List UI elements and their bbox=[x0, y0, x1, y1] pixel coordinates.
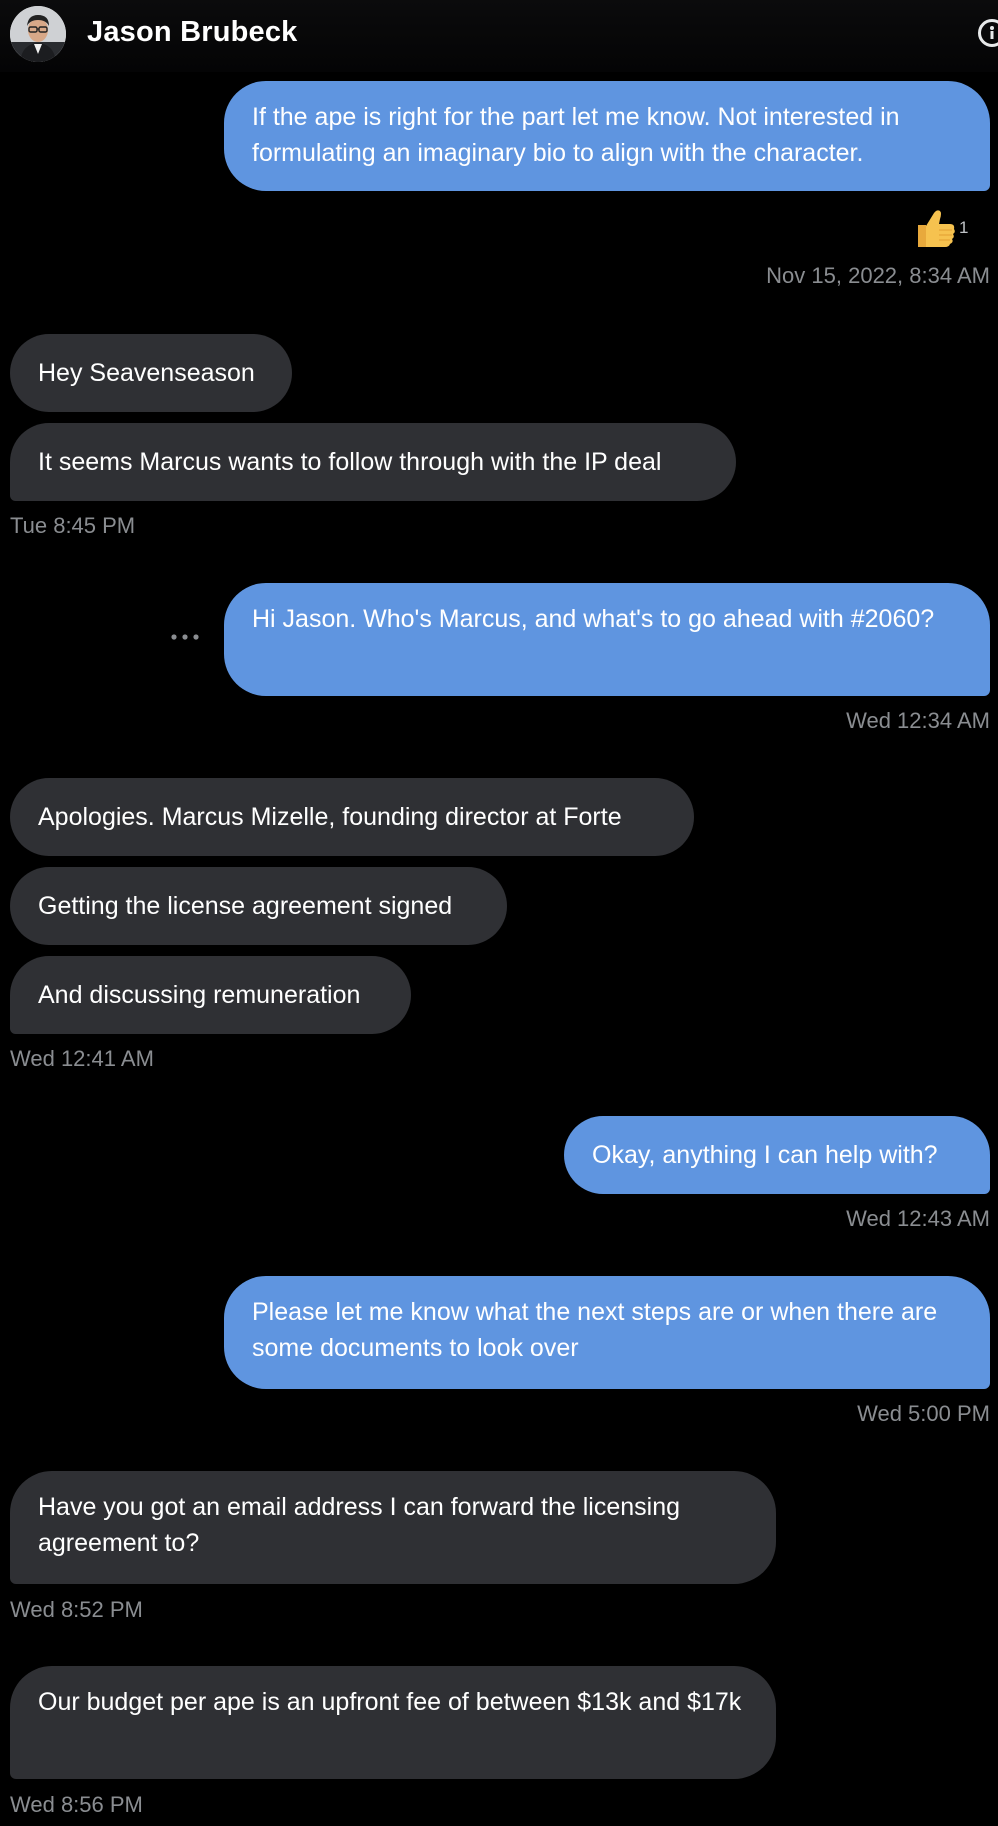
timestamp: Wed 8:56 PM bbox=[10, 1792, 143, 1817]
conversation-header: Jason Brubeck bbox=[0, 0, 998, 72]
message-bubble-sent[interactable]: If the ape is right for the part let me … bbox=[224, 81, 990, 191]
reaction-count: 1 bbox=[959, 218, 969, 237]
message-text: And discussing remuneration bbox=[38, 981, 361, 1009]
user-avatar-icon bbox=[10, 6, 66, 62]
timestamp: Wed 12:41 AM bbox=[10, 1046, 154, 1071]
avatar[interactable] bbox=[10, 6, 66, 62]
message-bubble-sent[interactable]: Hi Jason. Who's Marcus, and what's to go… bbox=[224, 583, 990, 696]
contact-name[interactable]: Jason Brubeck bbox=[87, 16, 298, 49]
thumbs-up-icon[interactable] bbox=[912, 205, 958, 251]
message-bubble-received[interactable]: Getting the license agreement signed bbox=[10, 867, 507, 945]
message-text: If the ape is right for the part let me … bbox=[252, 103, 900, 167]
message-text: Please let me know what the next steps a… bbox=[252, 1298, 938, 1362]
message-text: Hi Jason. Who's Marcus, and what's to go… bbox=[252, 605, 935, 633]
message-text: Have you got an email address I can forw… bbox=[38, 1493, 681, 1557]
message-bubble-received[interactable]: Our budget per ape is an upfront fee of … bbox=[10, 1666, 776, 1779]
message-text: Getting the license agreement signed bbox=[38, 892, 453, 920]
message-bubble-sent[interactable]: Okay, anything I can help with? bbox=[564, 1116, 990, 1194]
timestamp: Wed 12:34 AM bbox=[846, 708, 990, 733]
message-text: Our budget per ape is an upfront fee of … bbox=[38, 1688, 742, 1716]
timestamp: Wed 8:52 PM bbox=[10, 1597, 143, 1622]
timestamp: Wed 12:43 AM bbox=[846, 1206, 990, 1231]
timestamp: Tue 8:45 PM bbox=[10, 513, 136, 538]
message-bubble-received[interactable]: It seems Marcus wants to follow through … bbox=[10, 423, 736, 501]
message-text: Okay, anything I can help with? bbox=[592, 1141, 938, 1169]
more-options-icon[interactable] bbox=[170, 630, 200, 644]
message-bubble-sent[interactable]: Please let me know what the next steps a… bbox=[224, 1276, 990, 1389]
message-bubble-received[interactable]: And discussing remuneration bbox=[10, 956, 411, 1034]
message-bubble-received[interactable]: Apologies. Marcus Mizelle, founding dire… bbox=[10, 778, 694, 856]
message-text: Hey Seavenseason bbox=[38, 359, 255, 387]
timestamp: Wed 5:00 PM bbox=[857, 1401, 990, 1426]
message-text: Apologies. Marcus Mizelle, founding dire… bbox=[38, 803, 622, 831]
message-bubble-received[interactable]: Have you got an email address I can forw… bbox=[10, 1471, 776, 1584]
message-bubble-received[interactable]: Hey Seavenseason bbox=[10, 334, 292, 412]
timestamp: Nov 15, 2022, 8:34 AM bbox=[766, 263, 990, 288]
info-icon[interactable] bbox=[978, 19, 998, 47]
message-text: It seems Marcus wants to follow through … bbox=[38, 448, 662, 476]
